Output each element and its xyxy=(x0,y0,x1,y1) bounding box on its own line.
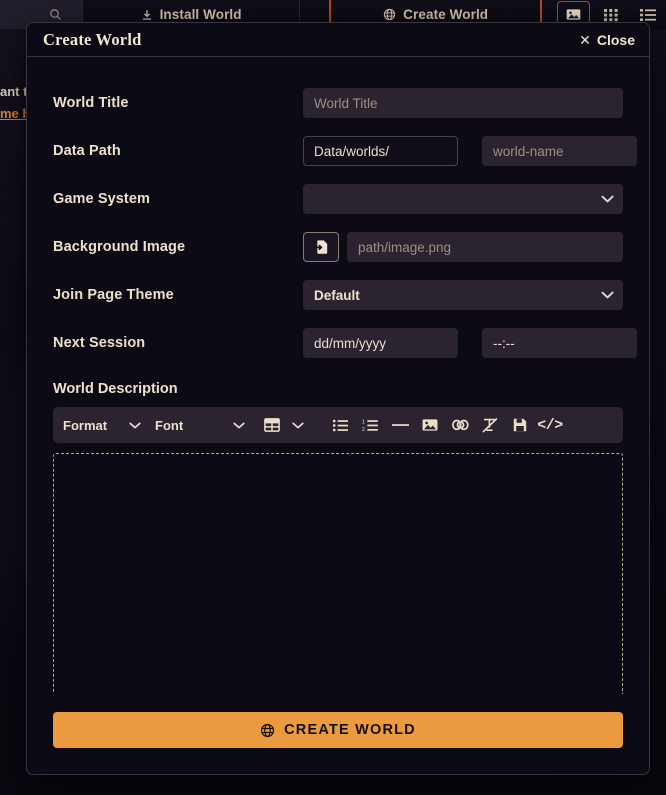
world-description-label: World Description xyxy=(53,381,623,397)
editor-horizontal-rule-button[interactable] xyxy=(385,407,415,443)
download-icon xyxy=(141,9,153,21)
game-system-control xyxy=(303,184,623,214)
world-description-editor[interactable] xyxy=(53,453,623,694)
dialog-footer: CREATE WORLD xyxy=(27,694,649,774)
game-system-select-wrap xyxy=(303,184,623,214)
code-icon: </> xyxy=(537,417,563,434)
data-path-control xyxy=(303,136,637,166)
world-title-input[interactable] xyxy=(303,88,623,118)
background-image-control xyxy=(303,232,623,262)
create-world-dialog: Create World ✕ Close World Title Data Pa… xyxy=(26,22,650,775)
next-session-date-input[interactable] xyxy=(303,328,458,358)
next-session-time-input[interactable] xyxy=(482,328,637,358)
field-row-game-system: Game System xyxy=(53,175,623,223)
world-title-label: World Title xyxy=(53,95,303,111)
join-page-theme-select-wrap: Default xyxy=(303,280,623,310)
dialog-header: Create World ✕ Close xyxy=(27,23,649,57)
background-image-path-input[interactable] xyxy=(347,232,623,262)
editor-numbered-list-button[interactable]: 1 2 xyxy=(355,407,385,443)
editor-toolbar: Format Font xyxy=(53,407,623,443)
editor-format-label: Format xyxy=(63,418,119,433)
editor-table-options-button[interactable] xyxy=(285,407,311,443)
create-world-submit-label: CREATE WORLD xyxy=(284,722,416,738)
field-row-next-session: Next Session xyxy=(53,319,623,367)
next-session-label: Next Session xyxy=(53,335,303,351)
next-session-control xyxy=(303,328,637,358)
image-icon xyxy=(422,418,438,432)
editor-link-button[interactable] xyxy=(445,407,475,443)
background-image-label: Background Image xyxy=(53,239,303,255)
bullet-list-icon xyxy=(333,419,348,432)
link-icon xyxy=(452,418,469,432)
toolbar-create-world-label: Create World xyxy=(403,7,488,22)
editor-source-code-button[interactable]: </> xyxy=(535,407,565,443)
chevron-down-icon xyxy=(292,422,304,429)
editor-format-dropdown[interactable]: Format xyxy=(63,407,141,443)
close-button-label: Close xyxy=(597,32,635,48)
clear-format-icon xyxy=(482,418,498,433)
app-root: Create Your Own World ant t me h Install… xyxy=(0,0,666,795)
editor-font-label: Font xyxy=(155,418,223,433)
grid-icon xyxy=(604,8,618,22)
field-row-data-path: Data Path xyxy=(53,127,623,175)
list-icon xyxy=(640,8,656,22)
chevron-down-icon xyxy=(129,422,141,429)
world-title-control xyxy=(303,88,623,118)
numbered-list-icon: 1 2 xyxy=(362,419,378,432)
editor-bullet-list-button[interactable] xyxy=(325,407,355,443)
data-path-label: Data Path xyxy=(53,143,303,159)
globe-icon xyxy=(383,8,396,21)
create-world-submit-button[interactable]: CREATE WORLD xyxy=(53,712,623,748)
field-row-background-image: Background Image xyxy=(53,223,623,271)
editor-insert-image-button[interactable] xyxy=(415,407,445,443)
globe-icon xyxy=(260,723,275,738)
dialog-body: World Title Data Path Game System xyxy=(27,57,649,694)
editor-font-dropdown[interactable]: Font xyxy=(155,407,245,443)
file-picker-button[interactable] xyxy=(303,232,339,262)
file-import-icon xyxy=(314,239,329,255)
table-icon xyxy=(264,418,280,432)
join-page-theme-control: Default xyxy=(303,280,623,310)
save-icon xyxy=(513,418,527,432)
join-page-theme-select[interactable]: Default xyxy=(303,280,623,310)
editor-clear-format-button[interactable] xyxy=(475,407,505,443)
world-name-input[interactable] xyxy=(482,136,637,166)
svg-text:2: 2 xyxy=(362,426,365,431)
horizontal-rule-icon xyxy=(392,423,409,427)
dialog-title: Create World xyxy=(43,30,141,50)
join-page-theme-label: Join Page Theme xyxy=(53,287,303,303)
editor-save-button[interactable] xyxy=(505,407,535,443)
field-row-join-page-theme: Join Page Theme Default xyxy=(53,271,623,319)
svg-text:1: 1 xyxy=(362,419,365,425)
data-path-prefix-input xyxy=(303,136,458,166)
editor-table-button[interactable] xyxy=(259,407,285,443)
search-icon[interactable] xyxy=(49,8,62,21)
chevron-down-icon xyxy=(233,422,245,429)
close-icon: ✕ xyxy=(579,33,591,47)
game-system-label: Game System xyxy=(53,191,303,207)
field-row-world-title: World Title xyxy=(53,79,623,127)
close-button[interactable]: ✕ Close xyxy=(579,32,635,48)
image-icon xyxy=(566,8,581,21)
game-system-select[interactable] xyxy=(303,184,623,214)
toolbar-install-world-label: Install World xyxy=(160,7,242,22)
